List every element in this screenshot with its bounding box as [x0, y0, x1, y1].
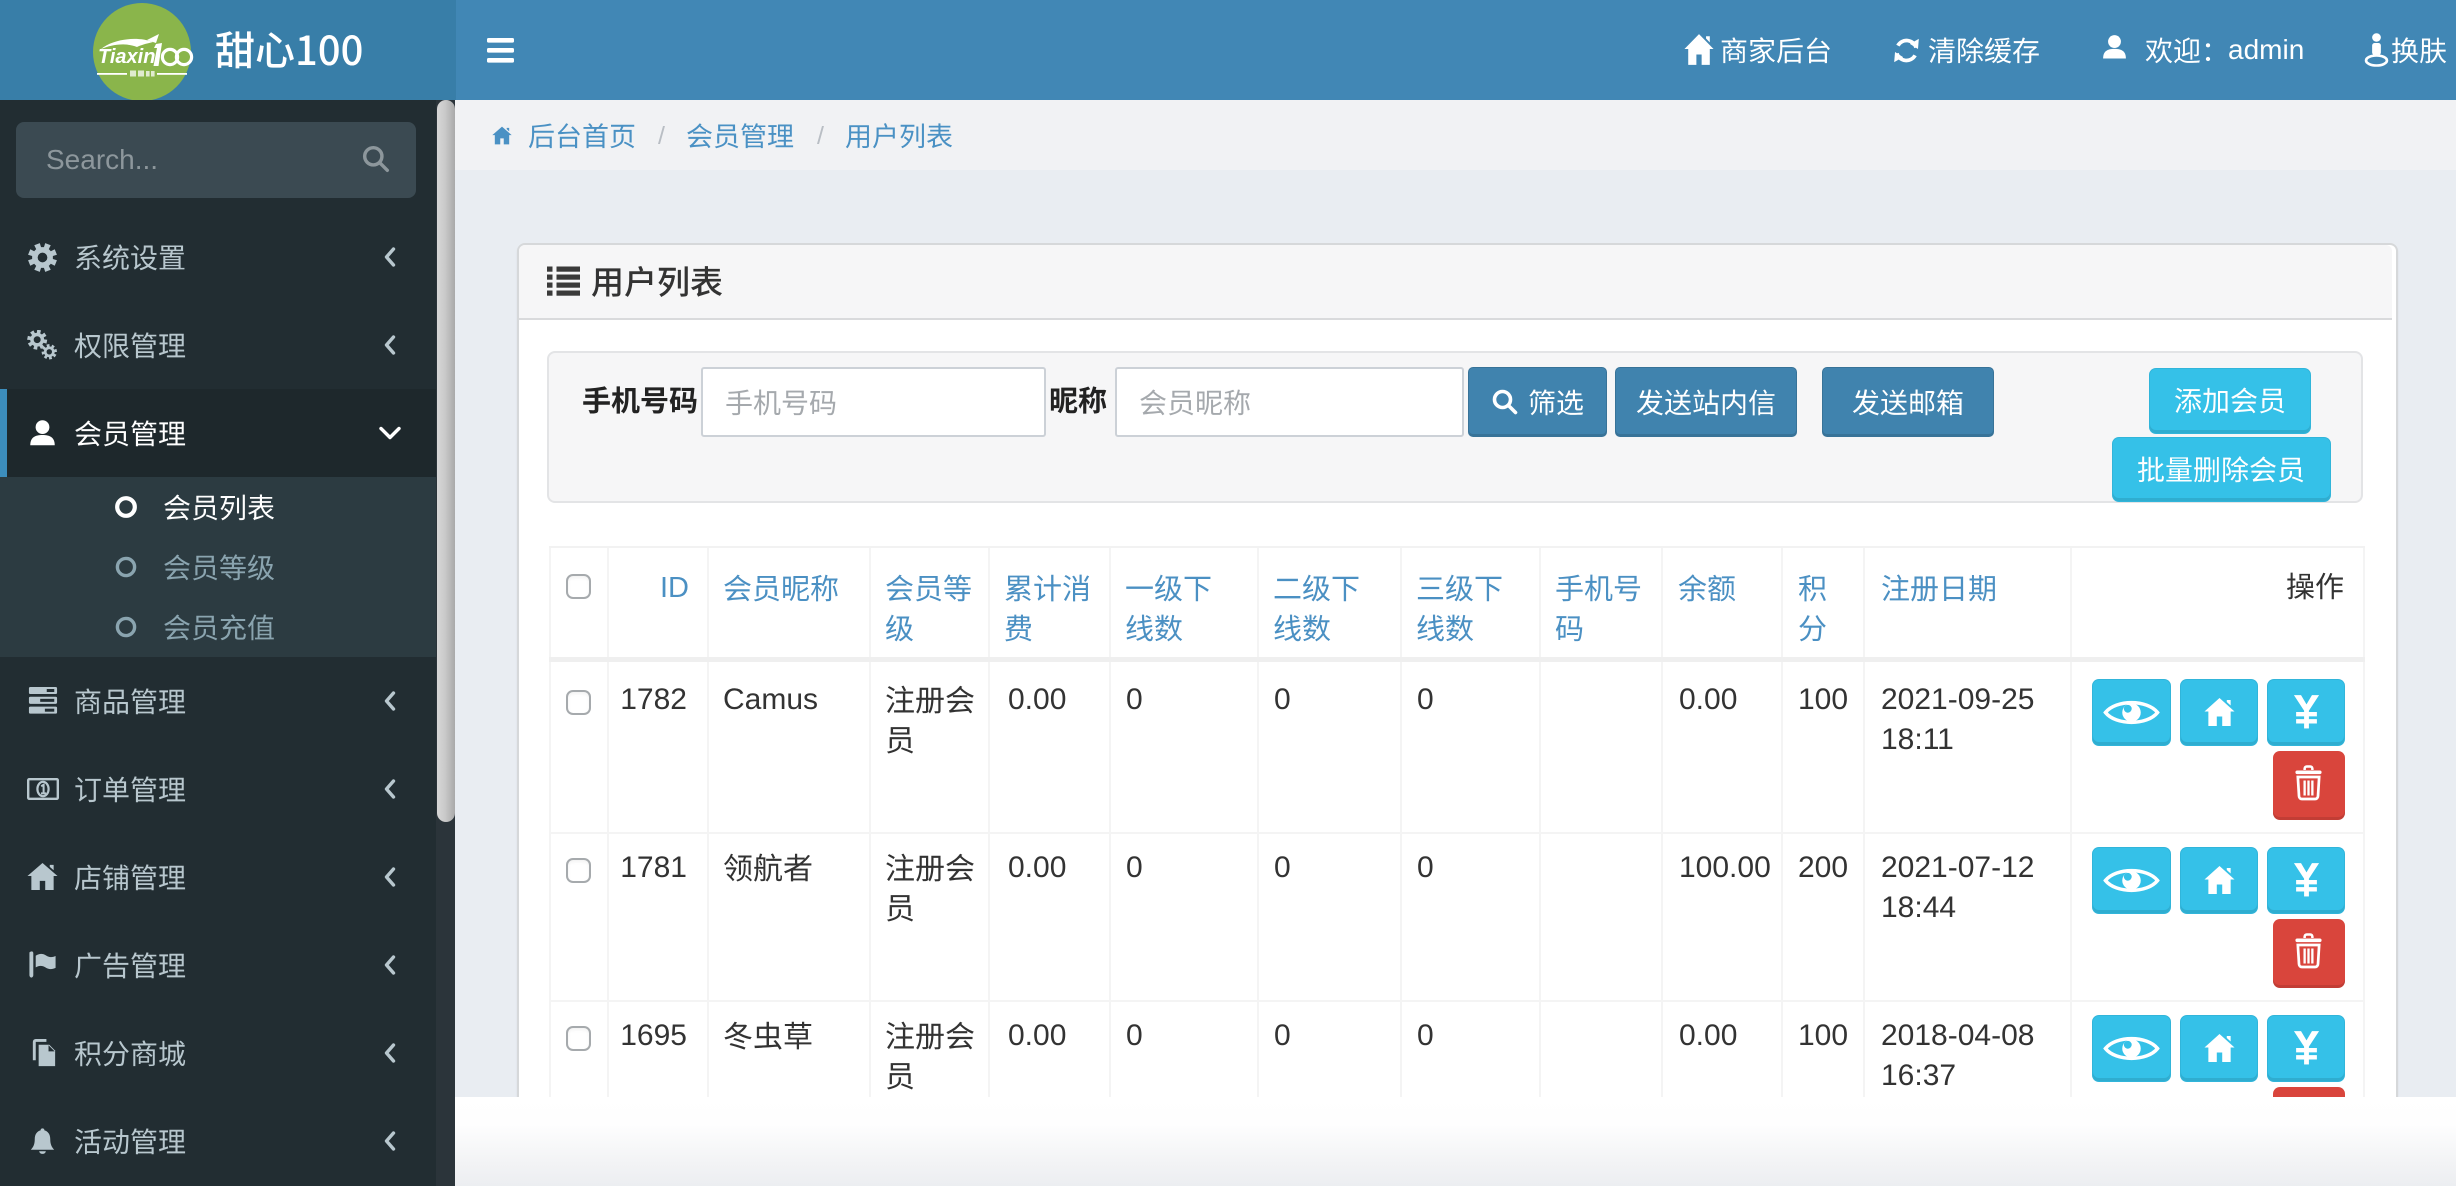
svg-text:Tiaxin: Tiaxin: [98, 46, 155, 68]
